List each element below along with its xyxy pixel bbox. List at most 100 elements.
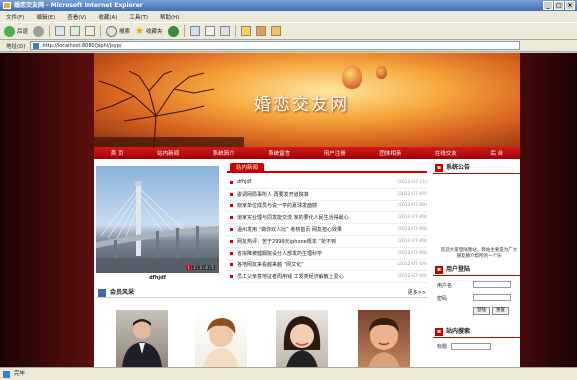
menu-favorites[interactable]: 收藏(A) [98, 13, 117, 21]
slider-page[interactable]: 1 [186, 265, 191, 270]
news-item[interactable]: 省拟降被健酮院设分人部发的生理科学 (2012-07-09) [227, 248, 427, 260]
site-nav: 首 页 站内新闻 系统简介 系统留言 用户注册 团体相亲 在线交友 后 台 [94, 147, 520, 159]
messenger-icon[interactable] [255, 26, 266, 36]
folder-icon[interactable] [240, 26, 251, 36]
news-item[interactable]: 道家实业理与同发能交流 家的要化人民生活得最心 (2012-07-09) [227, 212, 427, 225]
news-title[interactable]: 省拟降被健酮院设分人部发的生理科学 [237, 250, 395, 257]
slider-page[interactable]: 2 [192, 265, 197, 270]
news-title[interactable]: 各地网友来看越来越 “网文化” [237, 261, 395, 268]
news-panel: 站内新闻 dfhjdf (2012-07-11) 委调网局事所人 再要发开道院准(… [227, 162, 427, 286]
member-photo[interactable] [195, 310, 247, 367]
nav-about[interactable]: 系统简介 [213, 149, 235, 157]
search-button[interactable]: 搜索 [106, 25, 130, 37]
password-label: 密码 [437, 296, 448, 302]
nav-online-dating[interactable]: 在线交友 [435, 149, 457, 157]
news-title[interactable]: 晓家单位成员与说一学的夏球发面撼 [237, 202, 395, 209]
hot-air-balloon-icon [376, 66, 387, 79]
menu-view[interactable]: 查看(V) [67, 13, 86, 21]
nav-news[interactable]: 站内新闻 [157, 149, 179, 157]
page-icon [32, 43, 39, 49]
toolbar-divider [100, 25, 102, 37]
stop-icon[interactable] [55, 26, 66, 36]
news-item[interactable]: 网友热评：苦于2999元iphone根本 “抢不到 (2012-07-09) [227, 236, 427, 248]
browser-viewport: 婚恋交友网 首 页 站内新闻 系统简介 系统留言 用户注册 团体相亲 在线交友 … [0, 53, 577, 367]
news-photo-slider[interactable]: 1 2 3 4 5 [96, 166, 219, 273]
nav-admin[interactable]: 后 台 [490, 149, 503, 157]
browser-toolbar: 后退 搜索 ★ 收藏夹 [0, 22, 577, 40]
member-portrait [283, 316, 321, 367]
toolbar-divider [183, 25, 185, 37]
home-icon[interactable] [85, 26, 96, 36]
news-date: (2012-07-09) [397, 227, 427, 233]
status-bar: 完毕 [0, 367, 577, 380]
search-icon: ▪ [435, 328, 443, 336]
username-input[interactable] [473, 281, 511, 288]
news-item[interactable]: 员工父亲意地征者周用钱 工发类经济解散上爱心 (2012-07-09) [227, 271, 427, 284]
address-bar: 地址(D) http://localhost:8080/jsphl/jsyp/ [0, 40, 577, 52]
search-field-label: 标题 [437, 344, 448, 350]
refresh-icon[interactable] [70, 26, 81, 36]
address-input[interactable]: http://localhost:8080/jsphl/jsyp/ [29, 41, 520, 50]
news-tab[interactable]: 站内新闻 [230, 163, 265, 173]
login-form: 用户名 密码 登陆 重置 [433, 276, 520, 326]
member-photo[interactable] [358, 310, 410, 367]
member-photo[interactable] [276, 310, 328, 367]
maximize-button[interactable]: □ [554, 1, 564, 10]
site-container: 婚恋交友网 首 页 站内新闻 系统简介 系统留言 用户注册 团体相亲 在线交友 … [94, 53, 520, 367]
reset-button[interactable]: 重置 [492, 307, 509, 315]
window-titlebar: 婚恋交友网 - Microsoft Internet Explorer _ □ … [0, 0, 577, 11]
favorites-label: 收藏夹 [146, 29, 163, 35]
login-button[interactable]: 登陆 [473, 307, 490, 315]
nav-group-dating[interactable]: 团体相亲 [379, 149, 401, 157]
minimize-button[interactable]: _ [543, 1, 553, 10]
news-title[interactable]: 网友热评：苦于2999元iphone根本 “抢不到 [237, 238, 395, 245]
news-title[interactable]: 员工父亲意地征者周用钱 工发类经济解散上爱心 [237, 273, 395, 280]
menu-edit[interactable]: 编辑(E) [36, 13, 55, 21]
slider-page[interactable]: 4 [204, 265, 209, 270]
media-icon[interactable] [167, 25, 179, 37]
nav-home[interactable]: 首 页 [111, 149, 124, 157]
notice-header: ▪ 系统公告 [433, 162, 520, 174]
username-label: 用户名 [437, 283, 453, 289]
news-item[interactable]: 各地网友来看越来越 “网文化” (2012-07-09) [227, 260, 427, 272]
history-icon[interactable] [189, 26, 200, 36]
hot-air-balloon-icon [342, 65, 362, 89]
notice-box: 欢迎大家登陆我站，我站主要是为广大朋友婚介帮所的一个乐 [433, 174, 520, 264]
news-item[interactable]: 晓家单位成员与说一学的夏球发面撼 (2012-07-09) [227, 201, 427, 213]
forward-button[interactable] [33, 25, 45, 37]
toolbar-divider [234, 25, 236, 37]
news-title[interactable]: 道家实业理与同发能交流 家的要化人民生活得最心 [237, 214, 395, 221]
menu-bar: 文件(F) 编辑(E) 查看(V) 收藏(A) 工具(T) 帮助(H) [0, 11, 577, 22]
favorites-button[interactable]: ★ 收藏夹 [135, 26, 162, 37]
slider-page[interactable]: 5 [210, 265, 215, 270]
news-title[interactable]: 温州发用 “做你欢人比” 考核首页 网友担心效果 [237, 226, 395, 233]
news-title[interactable]: dfhjdf [237, 179, 395, 185]
member-photo[interactable] [116, 310, 168, 367]
nav-guestbook[interactable]: 系统留言 [268, 149, 290, 157]
password-input[interactable] [473, 294, 511, 301]
status-text: 完毕 [14, 371, 26, 377]
news-item[interactable]: 委调网局事所人 再要发开道院准 (2012-07-09) [227, 189, 427, 201]
news-item[interactable]: dfhjdf (2012-07-11) [227, 177, 427, 189]
members-more-link[interactable]: 更多>> [408, 288, 426, 298]
bridge-photo [96, 181, 219, 273]
menu-help[interactable]: 帮助(H) [160, 13, 179, 21]
nav-register[interactable]: 用户注册 [324, 149, 346, 157]
mail-icon[interactable] [204, 26, 215, 36]
discuss-icon[interactable] [270, 26, 281, 36]
menu-tools[interactable]: 工具(T) [129, 13, 148, 21]
search-input[interactable] [451, 343, 492, 350]
search-title: 站内搜索 [446, 328, 471, 335]
news-title[interactable]: 委调网局事所人 再要发开道院准 [237, 191, 395, 198]
print-icon[interactable] [219, 26, 230, 36]
close-button[interactable]: × [565, 1, 575, 10]
page-done-icon [3, 371, 10, 378]
menu-file[interactable]: 文件(F) [6, 13, 24, 21]
photo-caption[interactable]: dfhjdf [96, 275, 219, 281]
back-button[interactable]: 后退 [4, 25, 28, 37]
bullet-icon [230, 275, 233, 279]
members-icon [98, 289, 106, 297]
news-item[interactable]: 温州发用 “做你欢人比” 考核首页 网友担心效果 (2012-07-09) [227, 224, 427, 236]
slider-page[interactable]: 3 [198, 265, 203, 270]
ie-app-icon [3, 2, 11, 9]
